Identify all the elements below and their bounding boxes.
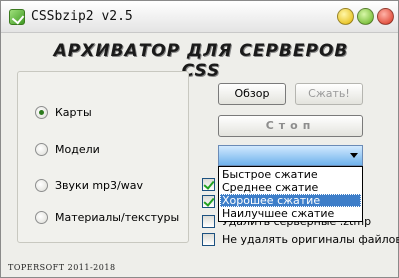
footer-copyright: TOPERSOFT 2011-2018 bbox=[8, 263, 116, 272]
content-type-panel: Карты Модели Звуки mp3/wav Материалы/тек… bbox=[17, 71, 189, 243]
compression-dropdown-list: Быстрое сжатие Среднее сжатие Хорошее сж… bbox=[218, 166, 363, 222]
close-button[interactable] bbox=[377, 8, 394, 25]
window-title: CSSbzip2 v2.5 bbox=[31, 9, 133, 24]
compress-button[interactable]: Сжать! bbox=[295, 83, 363, 105]
browse-button[interactable]: Обзор bbox=[218, 83, 286, 105]
dropdown-option[interactable]: Наилучшее сжатие bbox=[220, 207, 361, 220]
minimize-button[interactable] bbox=[337, 8, 354, 25]
app-logo-icon bbox=[9, 9, 25, 25]
banner-title: АРХИВАТОР ДЛЯ СЕРВЕРОВ CSS bbox=[53, 41, 349, 81]
radio-button[interactable] bbox=[35, 143, 48, 156]
compression-level-select[interactable] bbox=[218, 145, 363, 166]
dropdown-option[interactable]: Быстрое сжатие bbox=[220, 168, 361, 181]
chevron-down-icon bbox=[350, 153, 358, 158]
radio-label: Звуки mp3/wav bbox=[55, 179, 143, 192]
checkbox[interactable] bbox=[202, 215, 215, 228]
maximize-button[interactable] bbox=[357, 8, 374, 25]
radio-button[interactable] bbox=[35, 179, 48, 192]
checkbox[interactable] bbox=[202, 233, 215, 246]
radio-label: Материалы/текстуры bbox=[55, 211, 180, 224]
checkbox-label: Не удалять оригиналы файлов bbox=[222, 233, 399, 246]
dropdown-option-selected[interactable]: Хорошее сжатие bbox=[220, 194, 361, 207]
app-window: CSSbzip2 v2.5 АРХИВАТОР ДЛЯ СЕРВЕРОВ CSS… bbox=[0, 0, 399, 278]
checkbox[interactable] bbox=[202, 178, 215, 191]
title-bar[interactable]: CSSbzip2 v2.5 bbox=[1, 1, 398, 33]
checkbox[interactable] bbox=[202, 195, 215, 208]
radio-button[interactable] bbox=[35, 211, 48, 224]
stop-button[interactable]: Стоп bbox=[218, 115, 363, 137]
radio-label: Модели bbox=[55, 143, 100, 156]
dropdown-option[interactable]: Среднее сжатие bbox=[220, 181, 361, 194]
radio-label: Карты bbox=[55, 106, 92, 119]
radio-button[interactable] bbox=[35, 106, 48, 119]
